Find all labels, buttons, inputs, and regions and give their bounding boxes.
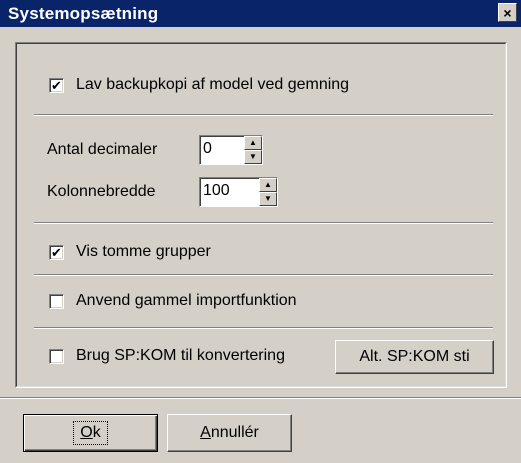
spin-up-icon[interactable]: ▲ bbox=[244, 136, 262, 150]
spin-down-icon[interactable]: ▼ bbox=[259, 192, 277, 206]
spkom-checkbox[interactable] bbox=[49, 348, 64, 364]
spin-up-icon[interactable]: ▲ bbox=[259, 178, 277, 192]
backup-option[interactable]: ✔ Lav backupkopi af model ved gemning bbox=[49, 76, 349, 94]
window-title: Systemopsætning bbox=[8, 4, 159, 23]
empty-groups-option[interactable]: ✔ Vis tomme grupper bbox=[49, 243, 211, 261]
backup-checkbox[interactable]: ✔ bbox=[49, 77, 64, 93]
colwidth-spinner[interactable]: 100 ▲ ▼ bbox=[199, 177, 278, 207]
footer-divider bbox=[0, 397, 521, 399]
decimals-value[interactable]: 0 bbox=[200, 136, 244, 164]
colwidth-label: Kolonnebredde bbox=[47, 183, 156, 200]
check-icon: ✔ bbox=[51, 244, 62, 260]
decimals-label: Antal decimaler bbox=[47, 141, 158, 158]
colwidth-label-row: Kolonnebredde bbox=[47, 183, 156, 201]
close-icon: × bbox=[503, 4, 512, 21]
check-icon: ✔ bbox=[51, 77, 62, 93]
spkom-option[interactable]: Brug SP:KOM til konvertering bbox=[49, 347, 285, 365]
alt-spkom-path-label: Alt. SP:KOM sti bbox=[359, 348, 470, 365]
ok-focus: Ok bbox=[73, 421, 108, 445]
old-import-option[interactable]: Anvend gammel importfunktion bbox=[49, 292, 297, 310]
close-button[interactable]: × bbox=[498, 3, 517, 22]
alt-spkom-path-button[interactable]: Alt. SP:KOM sti bbox=[335, 340, 494, 374]
spkom-label: Brug SP:KOM til konvertering bbox=[76, 347, 285, 364]
divider bbox=[34, 222, 493, 224]
spin-down-icon[interactable]: ▼ bbox=[244, 150, 262, 164]
divider bbox=[34, 114, 493, 116]
empty-groups-label: Vis tomme grupper bbox=[76, 243, 211, 260]
empty-groups-checkbox[interactable]: ✔ bbox=[49, 244, 64, 260]
decimals-label-row: Antal decimaler bbox=[47, 141, 157, 159]
colwidth-value[interactable]: 100 bbox=[200, 178, 259, 206]
divider bbox=[34, 274, 493, 276]
title-bar: Systemopsætning × bbox=[0, 0, 521, 27]
ok-button[interactable]: Ok bbox=[23, 414, 158, 452]
divider bbox=[34, 327, 493, 329]
backup-label: Lav backupkopi af model ved gemning bbox=[76, 76, 350, 93]
decimals-spinner[interactable]: 0 ▲ ▼ bbox=[199, 135, 263, 165]
cancel-button[interactable]: Annullér bbox=[167, 414, 292, 452]
cancel-label: Annullér bbox=[200, 424, 259, 441]
old-import-checkbox[interactable] bbox=[49, 293, 64, 309]
old-import-label: Anvend gammel importfunktion bbox=[76, 292, 297, 309]
